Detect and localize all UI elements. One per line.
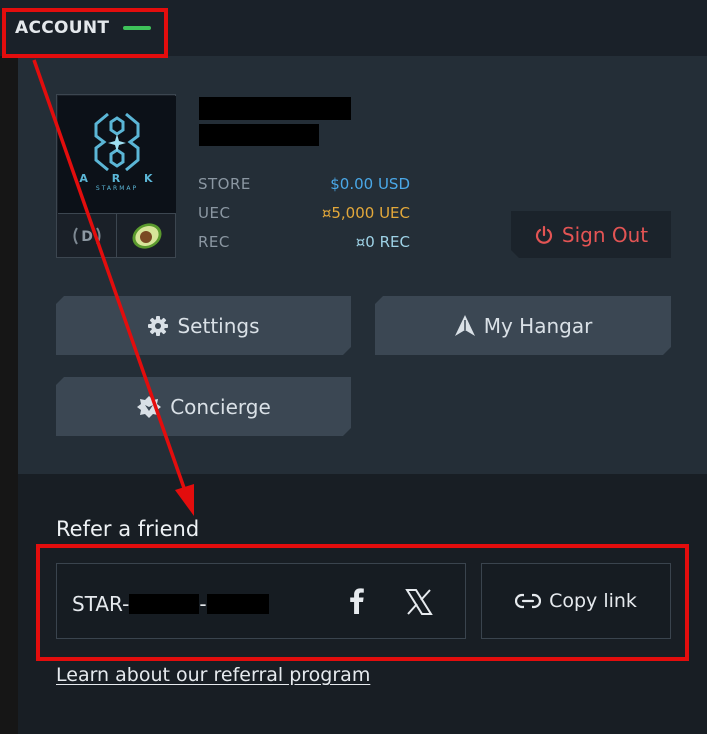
my-hangar-label: My Hangar	[483, 313, 593, 338]
d-badge[interactable]: D	[58, 214, 117, 258]
svg-text:D: D	[81, 229, 93, 245]
ark-name: A R K	[79, 172, 163, 185]
lion-icon	[136, 394, 162, 420]
ship-icon	[454, 314, 476, 338]
left-strip	[0, 58, 18, 734]
ark-logo-icon	[94, 112, 140, 172]
rec-value: ¤0 REC	[355, 233, 410, 251]
d-badge-icon: D	[73, 227, 101, 245]
avocado-icon	[132, 223, 162, 249]
avatar[interactable]: A R K STARMAP D	[56, 94, 176, 258]
gear-icon	[147, 315, 169, 337]
uec-label: UEC	[198, 204, 231, 222]
referral-program-link[interactable]: Learn about our referral program	[56, 664, 370, 686]
ark-subtitle: STARMAP	[95, 185, 139, 192]
concierge-label: Concierge	[170, 394, 271, 419]
rec-label: REC	[198, 233, 230, 251]
settings-label: Settings	[177, 313, 260, 338]
my-hangar-button[interactable]: My Hangar	[375, 296, 671, 355]
badge-row: D	[58, 213, 176, 258]
highlight-box-referral	[36, 544, 689, 661]
store-value: $0.00 USD	[330, 175, 410, 193]
sign-out-button[interactable]: Sign Out	[511, 211, 671, 258]
settings-button[interactable]: Settings	[56, 296, 351, 355]
sign-out-label: Sign Out	[561, 222, 649, 247]
uec-value: ¤5,000 UEC	[321, 204, 410, 222]
concierge-button[interactable]: Concierge	[56, 377, 351, 436]
power-icon	[534, 225, 554, 245]
highlight-box-account	[2, 8, 168, 58]
store-label: STORE	[198, 175, 251, 193]
refer-title: Refer a friend	[56, 517, 200, 541]
avocado-badge[interactable]	[118, 214, 176, 258]
redacted-handle	[199, 124, 319, 146]
redacted-username	[199, 97, 351, 120]
avatar-image: A R K STARMAP	[58, 96, 176, 213]
